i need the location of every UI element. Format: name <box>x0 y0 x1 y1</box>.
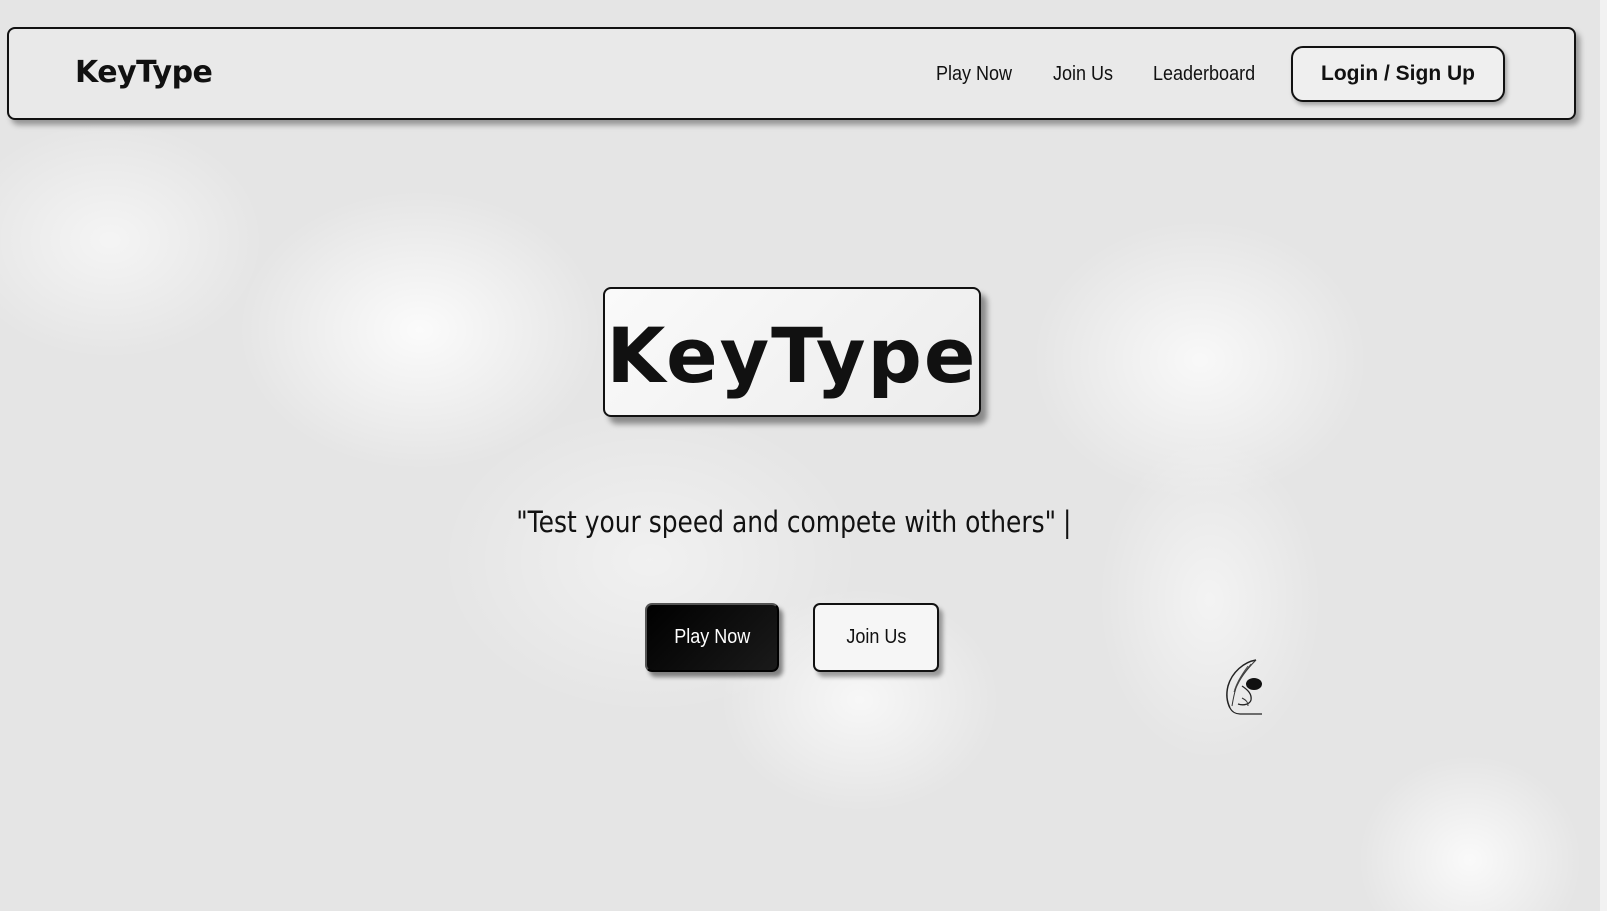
hero-tagline: "Test your speed and compete with others… <box>0 505 1588 539</box>
page-background <box>0 0 1600 911</box>
top-navbar: KeyType Play Now Join Us Leaderboard Log… <box>7 27 1576 120</box>
join-us-label: Join Us <box>845 626 907 648</box>
typing-cursor: | <box>1063 505 1072 539</box>
hero-logo-card: KeyType <box>603 287 981 417</box>
nav-leaderboard[interactable]: Leaderboard <box>1153 63 1255 86</box>
nav-play-now[interactable]: Play Now <box>936 63 1012 86</box>
nav-join-us[interactable]: Join Us <box>1053 63 1113 86</box>
hero-logo-text: KeyType <box>606 310 978 400</box>
play-now-label: Play Now <box>673 626 751 648</box>
scrollbar-track[interactable] <box>1600 0 1607 911</box>
tagline-text: "Test your speed and compete with others… <box>516 505 1057 539</box>
join-us-button[interactable]: Join Us <box>813 603 939 672</box>
play-now-button[interactable]: Play Now <box>645 603 779 672</box>
login-signup-button[interactable]: Login / Sign Up <box>1291 46 1505 102</box>
quill-pen-icon <box>1226 659 1262 715</box>
brand-logo[interactable]: KeyType <box>75 55 213 90</box>
